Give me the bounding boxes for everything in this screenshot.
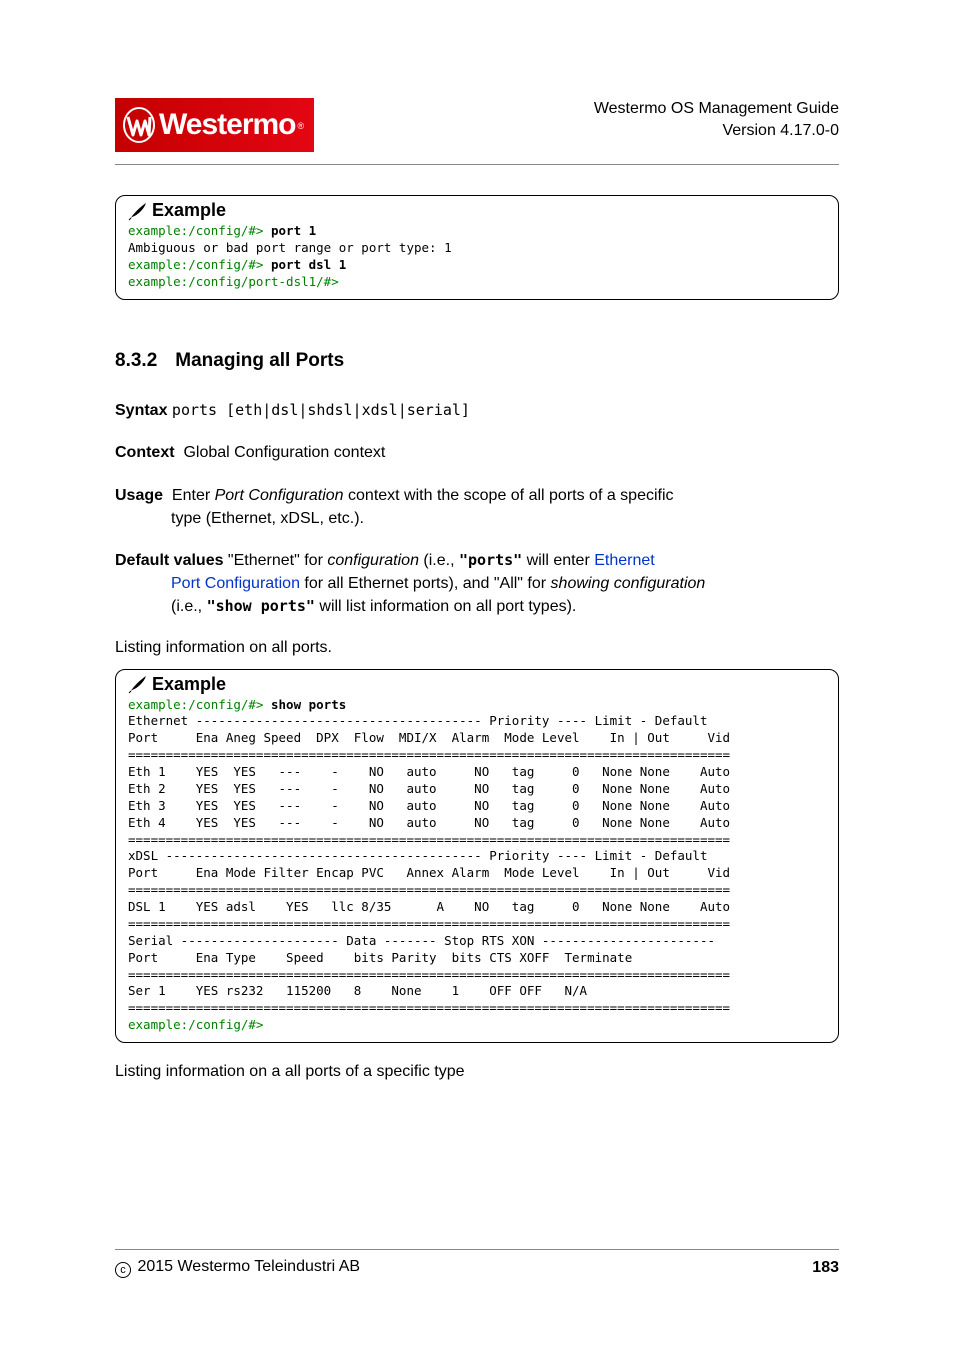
default-label: Default values <box>115 552 223 569</box>
usage-block: Usage Enter Port Configuration context w… <box>115 485 839 530</box>
syntax-value: ports [eth|dsl|shdsl|xdsl|serial] <box>172 400 470 421</box>
example-2-content: example:/config/#> show ports Ethernet -… <box>128 697 826 1035</box>
syntax-label: Syntax <box>115 400 167 423</box>
example-1-content: example:/config/#> port 1 Ambiguous or b… <box>128 223 826 291</box>
ethernet-link[interactable]: Ethernet <box>594 552 654 569</box>
logo-w-icon <box>123 107 155 143</box>
example-heading: Example <box>152 200 226 221</box>
page-header: Westermo ® Westermo OS Management Guide … <box>115 98 839 165</box>
doc-title: Westermo OS Management Guide <box>594 98 839 120</box>
page-footer: c 2015 Westermo Teleindustri AB 183 <box>115 1249 839 1278</box>
copyright: c 2015 Westermo Teleindustri AB <box>115 1258 360 1278</box>
logo-text: Westermo <box>159 108 296 142</box>
doc-version: Version 4.17.0-0 <box>594 120 839 142</box>
context-row: Context Global Configuration context <box>115 442 839 465</box>
example-box-1: Example example:/config/#> port 1 Ambigu… <box>115 195 839 300</box>
section-number: 8.3.2 <box>115 350 157 371</box>
default-block: Default values "Ethernet" for configurat… <box>115 550 839 618</box>
header-title: Westermo OS Management Guide Version 4.1… <box>594 98 839 141</box>
usage-label: Usage <box>115 487 163 504</box>
syntax-row: Syntax ports [eth|dsl|shdsl|xdsl|serial] <box>115 400 839 423</box>
section-heading: 8.3.2 Managing all Ports <box>115 350 839 372</box>
westermo-logo: Westermo ® <box>115 98 314 152</box>
listing-outro: Listing information on a all ports of a … <box>115 1063 839 1081</box>
page-number: 183 <box>812 1259 839 1277</box>
context-label: Context <box>115 442 175 465</box>
example-box-2: Example example:/config/#> show ports Et… <box>115 669 839 1044</box>
quill-icon <box>128 201 148 221</box>
example-heading: Example <box>152 674 226 695</box>
context-value: Global Configuration context <box>183 442 385 465</box>
quill-icon <box>128 674 148 694</box>
registered-icon: ® <box>298 121 305 131</box>
section-title: Managing all Ports <box>175 350 344 371</box>
port-config-link[interactable]: Port Configuration <box>171 575 300 592</box>
listing-intro: Listing information on all ports. <box>115 639 839 657</box>
